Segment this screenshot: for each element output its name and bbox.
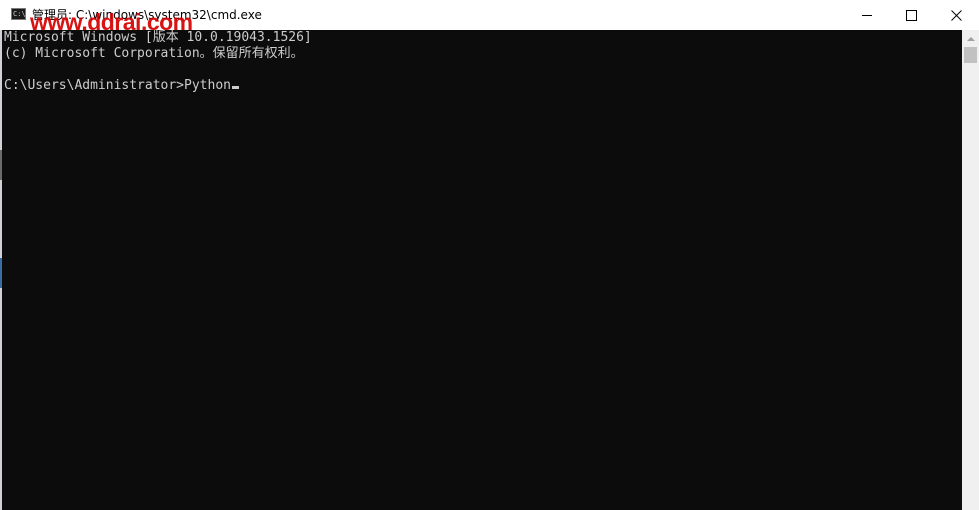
scroll-up-button[interactable] bbox=[962, 30, 979, 47]
cmd-window: C:\ 管理员: C:\windows\system32\cmd.exe www… bbox=[0, 0, 979, 510]
console-output-area[interactable]: Microsoft Windows [版本 10.0.19043.1526] (… bbox=[0, 30, 962, 510]
window-title: 管理员: C:\windows\system32\cmd.exe bbox=[32, 8, 262, 22]
background-window-edge-blue bbox=[0, 258, 2, 288]
close-icon bbox=[950, 9, 962, 21]
title-bar[interactable]: C:\ 管理员: C:\windows\system32\cmd.exe www… bbox=[0, 0, 979, 35]
cmd-app-icon[interactable]: C:\ bbox=[11, 8, 26, 20]
arrow-up-icon bbox=[966, 36, 975, 41]
maximize-icon bbox=[905, 9, 917, 21]
console-prompt-line[interactable]: C:\Users\Administrator>Python bbox=[4, 78, 239, 94]
console-version-line: Microsoft Windows [版本 10.0.19043.1526] bbox=[4, 30, 312, 45]
maximize-button[interactable] bbox=[888, 0, 934, 30]
scrollbar-thumb[interactable] bbox=[964, 47, 977, 63]
console-input[interactable]: Python bbox=[184, 78, 231, 93]
minimize-icon bbox=[862, 14, 872, 16]
background-window-edge bbox=[0, 150, 2, 180]
console-prompt: C:\Users\Administrator> bbox=[4, 78, 185, 93]
close-button[interactable] bbox=[933, 0, 979, 30]
console-copyright-line: (c) Microsoft Corporation。保留所有权利。 bbox=[4, 46, 304, 61]
text-cursor bbox=[231, 86, 239, 89]
vertical-scrollbar[interactable] bbox=[962, 30, 979, 510]
minimize-button[interactable] bbox=[844, 0, 890, 30]
